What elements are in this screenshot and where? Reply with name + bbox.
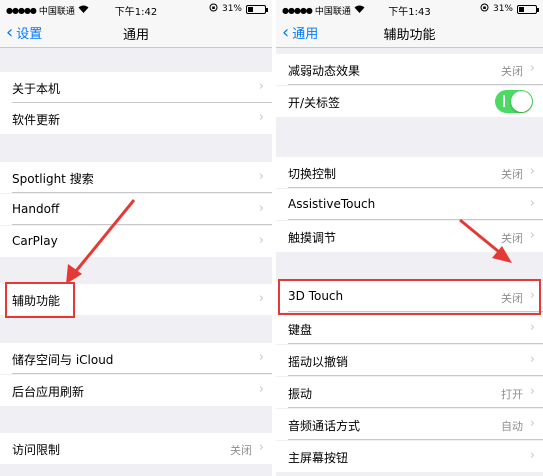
highlight-box xyxy=(5,282,75,318)
row-value: 关闭 xyxy=(501,168,523,181)
battery-level xyxy=(519,6,524,12)
status-bar: ●●●●● 中国联通 下午1:42 31% xyxy=(0,0,272,18)
on-off-labels-toggle[interactable] xyxy=(495,90,533,113)
row-reduce-motion[interactable]: 减弱动态效果 关闭 › xyxy=(276,54,543,85)
row-keyboard[interactable]: 键盘 › xyxy=(276,313,543,344)
chevron-right-icon: › xyxy=(529,164,535,179)
row-label: 关于本机 xyxy=(12,82,61,96)
toggle-knob xyxy=(511,91,532,112)
chevron-right-icon: › xyxy=(258,233,264,248)
row-separator xyxy=(288,439,543,440)
row-home-button[interactable]: 主屏幕按钮 › xyxy=(276,441,543,472)
chevron-right-icon: › xyxy=(258,382,264,397)
row-separator xyxy=(288,187,543,188)
row-label: 开/关标签 xyxy=(288,96,341,110)
status-right: 31% xyxy=(480,3,539,15)
row-separator xyxy=(288,343,543,344)
battery-level xyxy=(248,6,253,12)
row-value: 打开 xyxy=(501,388,523,401)
row-label: 访问限制 xyxy=(12,443,61,457)
row-software-update[interactable]: 软件更新 › xyxy=(0,103,272,134)
page-title: 通用 xyxy=(122,28,149,43)
lock-rotation-icon xyxy=(480,3,489,15)
row-separator xyxy=(12,373,272,374)
status-bar: ●●●●● 中国联通 下午1:43 31% xyxy=(276,0,543,18)
row-value: 关闭 xyxy=(230,444,252,457)
row-call-audio-routing[interactable]: 音频通话方式 自动 › xyxy=(276,409,543,440)
highlight-box xyxy=(278,279,541,315)
row-restrictions[interactable]: 访问限制 关闭 › xyxy=(0,433,272,464)
row-switch-control[interactable]: 切换控制 关闭 › xyxy=(276,157,543,188)
chevron-right-icon: › xyxy=(258,291,264,306)
navigation-bar: ‹ 通用 辅助功能 xyxy=(276,18,543,48)
row-label: 软件更新 xyxy=(12,113,61,127)
lock-rotation-icon xyxy=(209,3,218,15)
row-label: 振动 xyxy=(288,387,313,401)
row-label: 切换控制 xyxy=(288,167,337,181)
arrow-icon xyxy=(66,199,136,284)
row-separator xyxy=(288,84,543,85)
battery-percent: 31% xyxy=(492,4,513,14)
row-label: AssistiveTouch xyxy=(288,197,376,211)
chevron-right-icon: › xyxy=(529,196,535,211)
navigation-bar: ‹ 设置 通用 xyxy=(0,18,272,48)
row-value: 自动 xyxy=(501,420,523,433)
chevron-right-icon: › xyxy=(258,201,264,216)
row-spotlight[interactable]: Spotlight 搜索 › xyxy=(0,162,272,193)
row-value: 关闭 xyxy=(501,65,523,78)
accessibility-settings-screen: ●●●●● 中国联通 下午1:43 31% ‹ 通用 辅助功能 减弱动态效果 关… xyxy=(276,0,543,476)
row-label: 储存空间与 iCloud xyxy=(12,353,114,367)
row-separator xyxy=(288,375,543,376)
row-label: 音频通话方式 xyxy=(288,419,361,433)
row-separator xyxy=(288,407,543,408)
row-label: 后台应用刷新 xyxy=(12,385,85,399)
row-separator xyxy=(12,224,272,225)
row-shake-to-undo[interactable]: 摇动以撤销 › xyxy=(276,345,543,376)
chevron-right-icon: › xyxy=(529,320,535,335)
row-background-refresh[interactable]: 后台应用刷新 › xyxy=(0,375,272,406)
chevron-right-icon: › xyxy=(529,352,535,367)
battery-icon xyxy=(246,4,268,14)
row-label: Handoff xyxy=(12,202,60,216)
chevron-right-icon: › xyxy=(529,228,535,243)
chevron-right-icon: › xyxy=(529,384,535,399)
general-settings-screen: ●●●●● 中国联通 下午1:42 31% ‹ 设置 通用 关于本机 › 软件更… xyxy=(0,0,272,476)
chevron-right-icon: › xyxy=(258,440,264,455)
row-on-off-labels: 开/关标签 xyxy=(276,86,543,117)
row-about[interactable]: 关于本机 › xyxy=(0,72,272,103)
row-label: 键盘 xyxy=(288,323,313,337)
status-right: 31% xyxy=(209,3,268,15)
row-label: 触摸调节 xyxy=(288,231,337,245)
chevron-right-icon: › xyxy=(258,350,264,365)
row-storage-icloud[interactable]: 储存空间与 iCloud › xyxy=(0,343,272,374)
page-title: 辅助功能 xyxy=(383,28,436,43)
chevron-right-icon: › xyxy=(258,169,264,184)
arrow-icon xyxy=(459,218,512,263)
toggle-on-mark xyxy=(503,95,505,107)
chevron-right-icon: › xyxy=(258,110,264,125)
row-separator xyxy=(12,192,272,193)
chevron-right-icon: › xyxy=(258,79,264,94)
row-vibration[interactable]: 振动 打开 › xyxy=(276,377,543,408)
row-label: Spotlight 搜索 xyxy=(12,172,94,186)
chevron-right-icon: › xyxy=(529,416,535,431)
battery-icon xyxy=(517,4,539,14)
row-label: 减弱动态效果 xyxy=(288,64,361,78)
row-label: 主屏幕按钮 xyxy=(288,451,349,465)
row-label: 摇动以撤销 xyxy=(288,355,349,369)
battery-percent: 31% xyxy=(221,4,242,14)
chevron-right-icon: › xyxy=(529,448,535,463)
chevron-right-icon: › xyxy=(529,61,535,76)
row-label: CarPlay xyxy=(12,234,58,248)
